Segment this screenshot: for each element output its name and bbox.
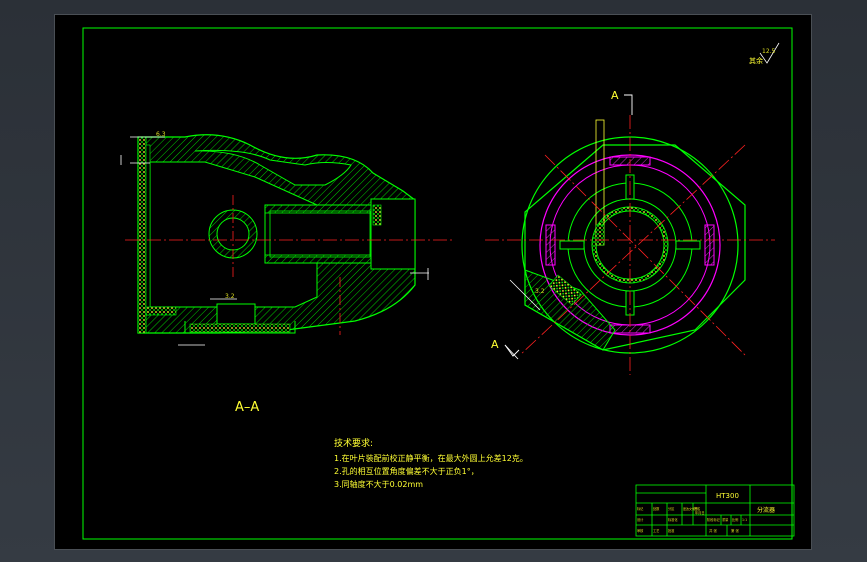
tech-req-item-3: 3.同轴度不大于0.02mm	[334, 479, 423, 489]
title-block-part-name: 分流器	[757, 506, 775, 514]
roughness-value: 12.5	[762, 48, 776, 55]
tb-cell: 1:1	[742, 518, 747, 522]
dim-label-3: 3.2	[535, 288, 545, 295]
section-view-label: A–A	[235, 400, 259, 415]
drawing-sheet: 6.3 3.2 A A 3.2 12.5 其余 A–A 技术要求: 1.在叶片装…	[55, 15, 811, 549]
cut-mark-bottom: A	[491, 338, 499, 351]
tech-req-item-2: 2.孔的相互位置角度偏差不大于正负1°，	[334, 466, 479, 476]
tb-cell: 工艺	[653, 528, 659, 533]
tb-cell: 标记	[637, 506, 644, 511]
title-block-material: HT300	[716, 492, 739, 500]
tech-req-title: 技术要求:	[334, 437, 373, 449]
tb-cell: 第 张	[731, 528, 739, 533]
dim-label-2: 3.2	[225, 293, 235, 300]
tb-cell: 设计	[637, 517, 644, 522]
dim-label-1: 6.3	[156, 131, 166, 138]
section-view	[120, 134, 455, 346]
front-view	[485, 94, 775, 375]
tb-cell: 阶段标记	[707, 517, 721, 522]
roughness-note: 其余	[749, 56, 763, 65]
tb-cell: 年月日	[695, 510, 705, 515]
tb-cell: 比例	[732, 517, 738, 522]
tb-cell: 批准	[668, 528, 675, 533]
tb-cell: 重量	[722, 517, 729, 522]
tb-cell: 分区	[668, 506, 675, 511]
cad-drawing: 6.3 3.2 A A 3.2 12.5 其余 A–A 技术要求: 1.在叶片装…	[82, 27, 795, 540]
tech-req-item-1: 1.在叶片装配前校正静平衡，在最大外圆上允差12克。	[334, 453, 528, 463]
tb-cell: 标准化	[668, 517, 678, 522]
cut-mark-top: A	[611, 89, 619, 102]
tb-cell: 审核	[637, 528, 644, 533]
tb-cell: 共 张	[709, 528, 717, 533]
tb-cell: 处数	[653, 506, 660, 511]
